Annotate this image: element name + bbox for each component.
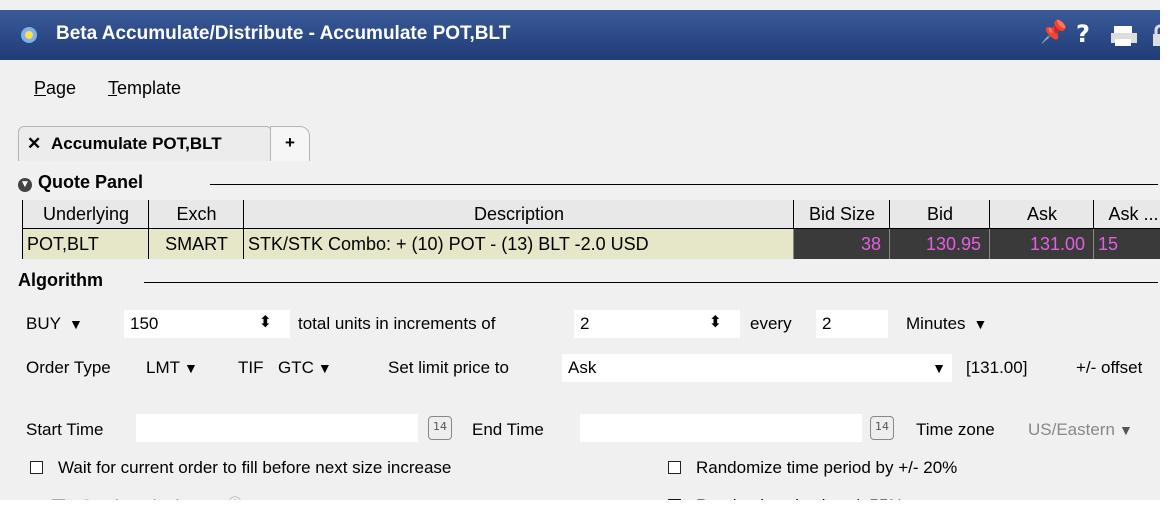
column-header-description[interactable]: Description [243,200,794,228]
column-header-ask-size[interactable]: Ask ... [1093,200,1170,228]
pin-icon[interactable]: 📌 [1040,20,1067,45]
chevron-down-icon: ▼ [317,360,332,376]
cell-exch[interactable]: SMART [148,229,244,259]
order-type-label: Order Type [26,358,111,377]
menu-page[interactable]: Page [34,78,76,99]
end-time-input[interactable] [580,414,862,442]
limit-source-select[interactable]: Ask ▼ [562,354,952,382]
wait-checkbox[interactable] [30,461,43,474]
title-bar: Beta Accumulate/Distribute - Accumulate … [0,10,1170,60]
column-header-underlying[interactable]: Underlying [22,200,149,228]
timezone-value: US/Eastern [1028,420,1115,439]
menu-template-label: emplate [117,78,182,98]
randomize-time-label: Randomize time period by +/- 20% [696,458,958,477]
cell-bid-size[interactable]: 38 [793,229,889,259]
add-tab-button[interactable]: + [270,126,310,161]
every-label: every [750,314,792,333]
tab-accumulate[interactable]: ✕ Accumulate POT,BLT [18,126,272,161]
total-units-input[interactable]: 150 ⬍ [124,310,290,338]
total-units-value: 150 [130,314,159,333]
offset-label: +/- offset [1076,358,1143,377]
cell-underlying[interactable]: POT,BLT [22,229,148,259]
every-input[interactable]: 2 [816,310,888,338]
quote-table: Underlying Exch Description Bid Size Bid… [22,200,1170,261]
chevron-down-icon: ▼ [1118,422,1133,438]
window-title: Beta Accumulate/Distribute - Accumulate … [56,23,511,44]
column-header-bid[interactable]: Bid [889,200,990,228]
divider [144,282,1158,283]
menu-template[interactable]: Template [108,78,181,99]
tif-select[interactable]: GTC ▼ [278,358,332,378]
increment-value: 2 [580,314,590,333]
randomize-time-checkbox[interactable] [668,461,681,474]
spinner-icon[interactable]: ⬍ [259,309,272,337]
wait-label: Wait for current order to fill before ne… [58,458,452,477]
column-header-bid-size[interactable]: Bid Size [793,200,890,228]
calendar-icon[interactable]: 14 [870,416,894,440]
algorithm-header: Algorithm [18,270,1158,294]
cell-ask[interactable]: 131.00 [989,229,1093,259]
torn-edge-right [1160,0,1170,516]
collapse-icon[interactable]: ▼ [18,178,32,192]
plus-icon: + [285,133,295,152]
side-value: BUY [26,314,61,333]
quote-panel-header[interactable]: ▼ Quote Panel [18,172,1158,196]
limit-price-label: Set limit price to [388,358,509,377]
spinner-icon[interactable]: ⬍ [709,309,722,337]
app-icon [21,27,37,43]
app-window: Beta Accumulate/Distribute - Accumulate … [0,0,1170,516]
divider [210,184,1158,185]
interval-unit-select[interactable]: Minutes ▼ [906,314,987,334]
close-tab-icon[interactable]: ✕ [27,134,41,154]
help-icon[interactable]: ? [1076,20,1090,48]
menu-page-label: age [46,78,77,98]
chevron-down-icon: ▼ [932,360,946,376]
cell-bid[interactable]: 130.95 [889,229,989,259]
interval-unit-value: Minutes [906,314,966,333]
end-time-label: End Time [472,420,544,439]
total-units-label: total units in increments of [298,314,496,333]
cell-description[interactable]: STK/STK Combo: + (10) POT - (13) BLT -2.… [243,229,793,259]
start-time-input[interactable] [136,414,418,442]
menu-page-mnemonic: P [34,78,47,98]
limit-value: [131.00] [966,358,1028,377]
menu-template-mnemonic: T [108,78,117,98]
order-type-select[interactable]: LMT ▼ [146,358,198,378]
tab-label: Accumulate POT,BLT [51,134,222,153]
quote-panel-title: Quote Panel [38,172,144,192]
print-icon[interactable] [1110,24,1138,48]
algorithm-title: Algorithm [18,270,103,290]
limit-source-value: Ask [568,358,597,377]
tif-label: TIF [238,358,264,377]
side-select[interactable]: BUY ▼ [26,314,83,334]
cell-ask-size[interactable]: 15 [1093,229,1170,259]
timezone-label: Time zone [916,420,995,439]
calendar-icon[interactable]: 14 [428,416,452,440]
chevron-down-icon: ▼ [184,360,198,376]
start-time-label: Start Time [26,420,104,439]
tab-strip: ✕ Accumulate POT,BLT + [0,118,1170,164]
menu-bar: Page Template [0,60,1170,118]
column-header-exch[interactable]: Exch [148,200,244,228]
column-header-ask[interactable]: Ask [989,200,1094,228]
timezone-select[interactable]: US/Eastern ▼ [1028,420,1133,440]
chevron-down-icon: ▼ [973,316,988,332]
torn-edge-bottom [0,500,1170,516]
tif-value: GTC [278,358,314,377]
order-type-value: LMT [146,358,180,377]
increment-input[interactable]: 2 ⬍ [574,310,740,338]
chevron-down-icon: ▼ [68,316,83,332]
